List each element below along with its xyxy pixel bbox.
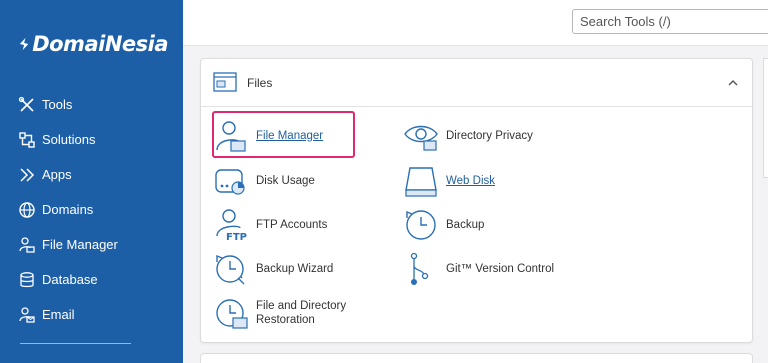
logo-mark-icon xyxy=(19,37,29,51)
chevron-up-icon[interactable] xyxy=(726,76,740,90)
sidebar-item-label: Tools xyxy=(42,97,73,112)
panel-title: Files xyxy=(247,76,273,90)
sidebar-item-tools[interactable]: Tools xyxy=(18,87,118,122)
ftp-icon: FTP xyxy=(216,209,247,242)
eye-icon xyxy=(404,125,438,151)
tool-directory-privacy[interactable]: Directory Privacy xyxy=(404,119,533,153)
tool-label: Backup Wizard xyxy=(256,263,334,275)
restore-icon xyxy=(216,299,248,329)
tool-label-line1: File and Directory xyxy=(256,300,347,312)
sidebar-item-file-manager[interactable]: File Manager xyxy=(18,227,118,262)
file-manager-icon xyxy=(18,236,36,254)
sidebar-item-label: Email xyxy=(42,307,75,322)
tool-backup-wizard[interactable]: Backup Wizard xyxy=(214,252,333,286)
tool-label: File and Directory Restoration xyxy=(256,299,346,327)
tool-label: FTP Accounts xyxy=(256,219,328,231)
apps-icon xyxy=(18,166,36,184)
globe-icon xyxy=(18,201,36,219)
sidebar-item-email[interactable]: Email xyxy=(18,297,118,332)
tool-file-manager[interactable]: File Manager xyxy=(214,119,323,153)
tool-web-disk[interactable]: Web Disk xyxy=(404,164,495,198)
database-icon xyxy=(18,271,36,289)
sidebar-item-label: Domains xyxy=(42,202,94,217)
file-manager-icon xyxy=(216,121,246,152)
sidebar-item-solutions[interactable]: Solutions xyxy=(18,122,118,157)
brand-logo[interactable]: DomaiNesia xyxy=(18,24,168,64)
tool-backup[interactable]: Backup xyxy=(404,208,484,242)
sidebar-item-label: Database xyxy=(42,272,98,287)
sidebar-item-apps[interactable]: Apps xyxy=(18,157,118,192)
top-bar xyxy=(183,0,768,46)
tools-icon xyxy=(18,96,36,114)
tool-ftp-accounts[interactable]: FTP FTP Accounts xyxy=(214,208,327,242)
backup-icon xyxy=(406,210,436,240)
sidebar-item-domains[interactable]: Domains xyxy=(18,192,118,227)
solutions-icon xyxy=(18,131,36,149)
tool-label: Backup xyxy=(446,219,485,231)
sidebar-divider xyxy=(20,343,131,344)
sidebar-item-database[interactable]: Database xyxy=(18,262,118,297)
email-icon xyxy=(18,306,36,324)
tool-disk-usage[interactable]: Disk Usage xyxy=(214,164,315,198)
tool-label: Web Disk xyxy=(446,175,495,187)
sidebar-item-label: Apps xyxy=(42,167,72,182)
tool-label: Git™ Version Control xyxy=(446,263,555,275)
web-disk-icon xyxy=(405,167,437,197)
tool-git-version-control[interactable]: Git™ Version Control xyxy=(404,252,554,286)
tool-label: Directory Privacy xyxy=(446,130,533,142)
files-panel-header[interactable]: Files xyxy=(201,59,752,107)
tool-label: Disk Usage xyxy=(256,175,315,187)
tool-label: File Manager xyxy=(256,130,324,142)
tool-file-directory-restoration[interactable]: File and Directory Restoration xyxy=(214,296,346,330)
tool-label-line2: Restoration xyxy=(256,314,315,326)
folder-window-icon xyxy=(213,72,237,92)
search-input[interactable] xyxy=(572,9,768,34)
side-card-fragment xyxy=(763,58,768,178)
sidebar-nav: Tools Solutions Apps Domains File Manage… xyxy=(18,87,118,332)
brand-name: DomaiNesia xyxy=(32,32,168,56)
sidebar-item-label: File Manager xyxy=(42,237,118,252)
sidebar: DomaiNesia Tools Solutions Apps Domains xyxy=(0,0,183,363)
sidebar-item-label: Solutions xyxy=(42,132,96,147)
next-panel xyxy=(200,353,753,363)
svg-text:FTP: FTP xyxy=(226,232,247,242)
git-icon xyxy=(410,252,429,285)
backup-wizard-icon xyxy=(216,254,245,285)
disk-usage-icon xyxy=(215,169,245,195)
